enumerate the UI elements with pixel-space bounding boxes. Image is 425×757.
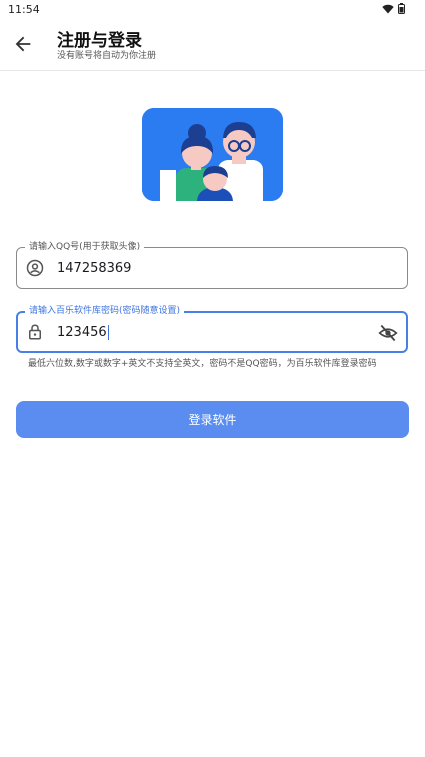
lock-icon bbox=[29, 324, 41, 340]
password-field[interactable]: 请输入百乐软件库密码(密码随意设置) 123456 bbox=[16, 304, 408, 353]
login-button[interactable]: 登录软件 bbox=[16, 401, 409, 438]
password-field-label: 请输入百乐软件库密码(密码随意设置) bbox=[25, 304, 185, 318]
qq-number-field[interactable]: 请输入QQ号(用于获取头像) 147258369 bbox=[16, 240, 408, 289]
qq-field-label: 请输入QQ号(用于获取头像) bbox=[25, 240, 145, 254]
text-caret bbox=[107, 325, 109, 340]
app-bar: 注册与登录 没有账号将自动为你注册 bbox=[0, 20, 425, 71]
status-time: 11:54 bbox=[8, 3, 40, 16]
password-input-text: 123456 bbox=[57, 325, 107, 340]
password-input[interactable]: 123456 bbox=[57, 325, 109, 340]
page-subtitle: 没有账号将自动为你注册 bbox=[57, 51, 157, 61]
qq-input[interactable]: 147258369 bbox=[57, 261, 131, 276]
family-illustration bbox=[142, 108, 283, 201]
battery-icon bbox=[398, 3, 405, 14]
wifi-icon bbox=[382, 4, 394, 13]
arrow-left-icon[interactable] bbox=[12, 33, 34, 55]
eye-off-icon[interactable] bbox=[378, 323, 398, 343]
account-circle-icon bbox=[26, 259, 44, 277]
password-hint: 最低六位数,数字或数字+英文不支持全英文，密码不是QQ密码，为百乐软件库登录密码 bbox=[28, 359, 377, 369]
status-bar: 11:54 bbox=[0, 0, 425, 20]
family-illustration-art bbox=[142, 108, 283, 201]
status-icons bbox=[382, 3, 405, 14]
